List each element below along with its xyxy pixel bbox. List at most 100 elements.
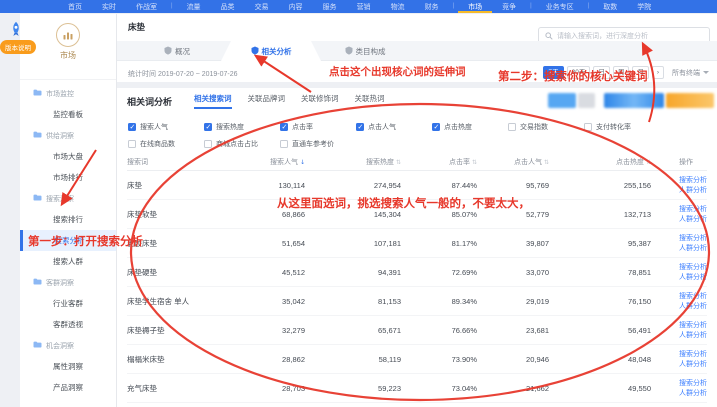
action-link-0[interactable]: 搜索分析 [679, 205, 707, 214]
checkbox-checked-icon[interactable] [356, 123, 364, 131]
action-link-1[interactable]: 人群分析 [679, 186, 707, 195]
card-tab-3[interactable]: 关联热词 [355, 93, 385, 109]
value-cell: 68,866 [231, 210, 309, 219]
version-badge[interactable]: 版本说明 [0, 40, 36, 54]
nav-item-11[interactable]: 财务 [415, 0, 449, 13]
checkbox-checked-icon[interactable] [128, 123, 136, 131]
column-header-2[interactable]: 搜索热度⇅ [309, 157, 405, 167]
action-link-0[interactable]: 搜索分析 [679, 379, 707, 388]
checkbox-icon[interactable] [508, 123, 516, 131]
action-link-0[interactable]: 搜索分析 [679, 321, 707, 330]
sidebar-item-14[interactable]: 产品洞察 [20, 377, 116, 398]
checkbox-checked-icon[interactable] [204, 123, 212, 131]
blurred-orange-button[interactable] [666, 93, 714, 108]
action-link-0[interactable]: 搜索分析 [679, 350, 707, 359]
nav-item-0[interactable]: 首页 [58, 0, 92, 13]
date-button-3[interactable]: 周 [613, 66, 630, 79]
checkbox-checked-icon[interactable] [432, 123, 440, 131]
column-header-3[interactable]: 点击率⇅ [405, 157, 481, 167]
metric-checkbox-0[interactable]: 搜索人气 [128, 122, 204, 132]
sidebar-item-7[interactable]: 搜索分析 [20, 230, 116, 251]
sort-icon[interactable]: ⇅ [646, 159, 651, 166]
card-tab-1[interactable]: 关联品牌词 [248, 93, 286, 109]
sidebar-item-6[interactable]: 搜索排行 [20, 209, 116, 230]
action-link-0[interactable]: 搜索分析 [679, 234, 707, 243]
sidebar-item-4[interactable]: 市场排行 [20, 167, 116, 188]
sort-desc-icon[interactable]: ↓ [300, 159, 305, 166]
checkbox-icon[interactable] [128, 140, 136, 148]
nav-item-2[interactable]: 作战室 [126, 0, 167, 13]
blurred-blue-button[interactable] [548, 93, 576, 108]
nav-item-14[interactable]: 竞争 [492, 0, 526, 13]
metric-checkbox-8[interactable]: 商城点击占比 [204, 139, 280, 149]
action-link-1[interactable]: 人群分析 [679, 302, 707, 311]
column-header-label: 点击率 [449, 159, 470, 166]
sidebar-item-8[interactable]: 搜索人群 [20, 251, 116, 272]
metric-checkbox-9[interactable]: 直通车参考价 [280, 139, 356, 149]
sort-icon[interactable]: ⇅ [396, 159, 401, 166]
date-button-4[interactable]: 月 [632, 66, 649, 79]
market-module-icon [56, 23, 80, 47]
next-page-button[interactable]: › [652, 66, 664, 79]
date-button-2[interactable]: 日 [593, 66, 610, 79]
nav-item-5[interactable]: 品类 [211, 0, 245, 13]
action-link-0[interactable]: 搜索分析 [679, 176, 707, 185]
nav-item-16[interactable]: 业务专区 [536, 0, 584, 13]
date-button-0[interactable]: 7天 [543, 66, 563, 79]
action-link-0[interactable]: 搜索分析 [679, 263, 707, 272]
metric-checkbox-6[interactable]: 支付转化率 [584, 122, 660, 132]
column-header-1[interactable]: 搜索人气↓ [231, 157, 309, 167]
nav-item-9[interactable]: 营销 [347, 0, 381, 13]
date-button-1[interactable]: 30天 [567, 66, 591, 79]
nav-item-18[interactable]: 取数 [593, 0, 627, 13]
sidebar-item-1[interactable]: 监控看板 [20, 104, 116, 125]
metric-checkbox-2[interactable]: 点击率 [280, 122, 356, 132]
nav-item-4[interactable]: 流量 [177, 0, 211, 13]
action-link-1[interactable]: 人群分析 [679, 360, 707, 369]
tab-相关分析[interactable]: 相关分析 [221, 41, 321, 61]
row-actions: 搜索分析人群分析 [655, 292, 707, 311]
column-header-5[interactable]: 点击热度⇅ [553, 157, 655, 167]
metric-checkbox-1[interactable]: 搜索热度 [204, 122, 280, 132]
checkbox-icon[interactable] [280, 140, 288, 148]
column-header-4[interactable]: 点击人气⇅ [481, 157, 553, 167]
card-tab-0[interactable]: 相关搜索词 [194, 93, 232, 109]
action-link-1[interactable]: 人群分析 [679, 273, 707, 282]
sort-icon[interactable]: ⇅ [472, 159, 477, 166]
keyword-cell: 床垫软垫 [127, 209, 231, 220]
metric-checkbox-3[interactable]: 点击人气 [356, 122, 432, 132]
action-link-1[interactable]: 人群分析 [679, 215, 707, 224]
nav-item-10[interactable]: 物流 [381, 0, 415, 13]
metric-checkbox-4[interactable]: 点击热度 [432, 122, 508, 132]
action-link-0[interactable]: 搜索分析 [679, 292, 707, 301]
value-cell: 274,954 [309, 181, 405, 190]
terminal-filter-dropdown[interactable]: 所有终端 [672, 68, 709, 78]
sidebar-item-11[interactable]: 客群透视 [20, 314, 116, 335]
action-link-1[interactable]: 人群分析 [679, 389, 707, 398]
blurred-blue-wide-button[interactable] [604, 93, 664, 108]
nav-item-1[interactable]: 实时 [92, 0, 126, 13]
metric-checkbox-5[interactable]: 交易指数 [508, 122, 584, 132]
nav-item-7[interactable]: 内容 [279, 0, 313, 13]
blurred-gray-button[interactable] [578, 93, 595, 108]
value-cell: 58,119 [309, 355, 405, 364]
nav-item-6[interactable]: 交易 [245, 0, 279, 13]
tab-概况[interactable]: 概况 [133, 41, 221, 61]
menu-label: 机会洞察 [46, 341, 74, 351]
card-tab-2[interactable]: 关联修饰词 [301, 93, 339, 109]
sidebar-item-3[interactable]: 市场大盘 [20, 146, 116, 167]
keyword-title: 床垫 [128, 21, 145, 33]
nav-item-19[interactable]: 学院 [627, 0, 661, 13]
nav-item-8[interactable]: 服务 [313, 0, 347, 13]
sort-icon[interactable]: ⇅ [544, 159, 549, 166]
metric-checkbox-7[interactable]: 在线商品数 [128, 139, 204, 149]
checkbox-icon[interactable] [584, 123, 592, 131]
action-link-1[interactable]: 人群分析 [679, 244, 707, 253]
sidebar-item-13[interactable]: 属性洞察 [20, 356, 116, 377]
checkbox-checked-icon[interactable] [280, 123, 288, 131]
action-link-1[interactable]: 人群分析 [679, 331, 707, 340]
sidebar-item-10[interactable]: 行业客群 [20, 293, 116, 314]
tab-类目构成[interactable]: 类目构成 [321, 41, 409, 61]
checkbox-icon[interactable] [204, 140, 212, 148]
nav-item-13[interactable]: 市场 [458, 0, 492, 13]
